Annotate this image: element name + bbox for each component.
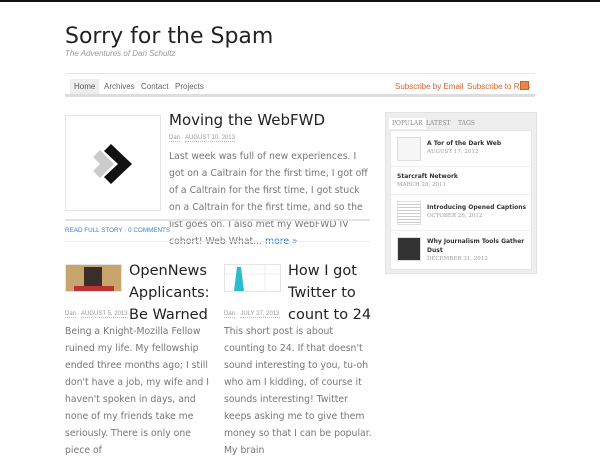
post-excerpt: Being a Knight-Mozilla Fellow ruined my … xyxy=(65,326,209,456)
nav-archives[interactable]: Archives xyxy=(100,79,139,94)
post-title[interactable]: How I got Twitter to count to 24 xyxy=(288,260,378,326)
site-title[interactable]: Sorry for the Spam xyxy=(65,24,273,49)
featured-thumbnail[interactable] xyxy=(65,115,161,211)
post-excerpt: This short post is about counting to 24.… xyxy=(224,326,372,456)
post-date: AUGUST 10, 2013 xyxy=(185,135,235,142)
comments-link[interactable]: 0 COMMENTS xyxy=(128,227,170,234)
main-nav: Home Archives Contact Projects Subscribe… xyxy=(65,73,535,97)
author-link[interactable]: Dan xyxy=(169,135,181,142)
featured-footer: READ FULL STORY · 0 COMMENTS xyxy=(65,227,171,234)
sidebar-item[interactable]: Introducing Opened Captions OCTOBER 26, … xyxy=(391,195,531,231)
post-thumbnail[interactable] xyxy=(65,264,122,292)
document-thumbnail-icon xyxy=(397,201,421,225)
sidebar-tabs-widget: POPULAR LATEST TAGS A Tor of the Dark We… xyxy=(385,112,537,274)
nav-home[interactable]: Home xyxy=(70,79,100,94)
webfwd-logo-icon xyxy=(93,144,132,184)
sketch-thumbnail-icon xyxy=(397,137,421,161)
post-meta: Dan · JULY 27, 2013 xyxy=(224,311,280,318)
post-thumbnail[interactable] xyxy=(224,264,281,292)
tab-latest[interactable]: LATEST xyxy=(423,118,453,129)
featured-meta: Dan · AUGUST 10, 2013 xyxy=(169,135,235,142)
featured-title[interactable]: Moving the WebFWD xyxy=(169,111,325,129)
nav-projects[interactable]: Projects xyxy=(171,79,208,94)
read-full-story-link[interactable]: READ FULL STORY xyxy=(65,227,123,234)
post-meta: Dan · AUGUST 5, 2013 xyxy=(65,311,128,318)
site-tagline: The Adventures of Dan Schultz xyxy=(65,49,176,58)
sidebar-item[interactable]: A Tor of the Dark Web AUGUST 17, 2012 xyxy=(391,131,531,167)
featured-excerpt: Last week was full of new experiences. I… xyxy=(169,151,368,247)
nav-contact[interactable]: Contact xyxy=(137,79,173,94)
sidebar-item[interactable]: Why Journalism Tools Gather Dust DECEMBE… xyxy=(391,231,531,271)
sidebar-item[interactable]: Starcraft Network MARCH 28, 2011 xyxy=(391,167,531,195)
post-title[interactable]: OpenNews Applicants: Be Warned xyxy=(129,260,224,326)
tab-popular[interactable]: POPULAR xyxy=(389,118,426,129)
chart-thumbnail-icon xyxy=(225,265,280,291)
rss-icon[interactable] xyxy=(520,81,529,90)
photo-thumbnail-icon xyxy=(397,237,421,261)
tab-tags[interactable]: TAGS xyxy=(455,118,478,129)
subscribe-email-link[interactable]: Subscribe by Email xyxy=(395,82,463,91)
